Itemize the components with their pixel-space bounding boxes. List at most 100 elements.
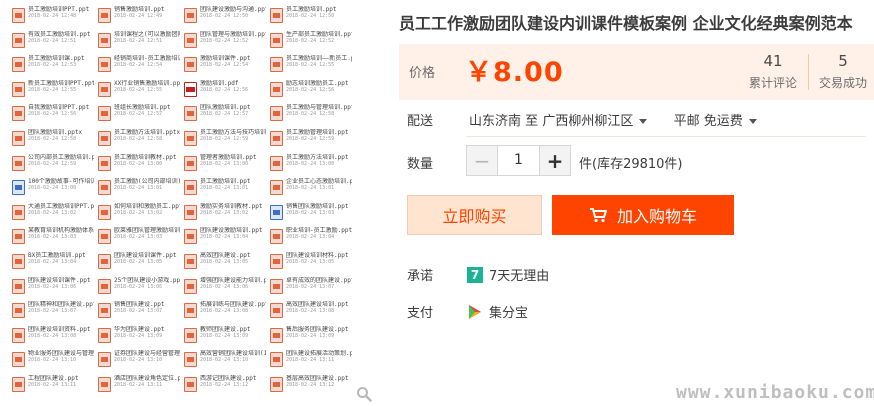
- product-image[interactable]: 员工激励培训PPT.ppt 2018-02-24 12:48 销售激励培训.ppt 2…: [0, 0, 388, 406]
- file-date: 2018-02-24 12:55: [28, 86, 77, 93]
- reviews-stat[interactable]: 41 累计评论: [738, 52, 808, 91]
- file-item: 员工激励方法与技巧培训.ppt2018-02-24 12:59: [184, 129, 266, 154]
- file-date: 2018-02-24 13:08: [200, 308, 249, 315]
- file-date: 2018-02-24 13:10: [114, 357, 163, 364]
- file-date: 2018-02-24 12:53: [28, 62, 77, 69]
- file-meta: 激励实务培训教材.ppt 2018-02-24 13:02: [200, 203, 262, 216]
- payment-label: 支付: [407, 306, 434, 321]
- file-item: 工程团队建设.ppt 2018-02-24 13:11: [12, 375, 94, 400]
- powerpoint-file-icon: [98, 352, 111, 368]
- file-meta: 大通员工激励培训PPT.ppt 2018-02-24 13:02: [28, 203, 94, 216]
- file-name: 公司内部员工激励培训.ppt: [28, 153, 94, 161]
- powerpoint-file-icon: [184, 8, 197, 23]
- file-item: 西游记团队建设.ppt 2018-02-24 13:12: [184, 375, 266, 400]
- file-name: 高效团队建设.ppt: [200, 251, 251, 259]
- file-date: 2018-02-24 13:01: [114, 185, 163, 192]
- powerpoint-file-icon: [184, 229, 197, 245]
- file-item: 管理者激励培训.ppt 2018-02-24 13:00: [184, 154, 266, 179]
- powerpoint-file-icon: [98, 32, 111, 48]
- file-name: 团队建设激励培训.ppt: [200, 227, 263, 235]
- file-meta: 西游记团队建设.ppt 2018-02-24 13:12: [200, 375, 256, 388]
- file-date: 2018-02-24 13:06: [28, 283, 77, 290]
- buy-now-button[interactable]: 立即购买: [407, 195, 542, 235]
- file-meta: 职业培训-员工激励.pptx 2018-02-24 13:04: [286, 227, 352, 240]
- file-name: 生产部员工激励培训.ppt: [286, 30, 352, 38]
- powerpoint-file-icon: [184, 278, 197, 294]
- file-name: 励志培训激励员工.ppt: [286, 79, 349, 87]
- powerpoint-file-icon: [270, 253, 283, 269]
- zoom-icon[interactable]: [356, 386, 372, 402]
- file-meta: 工程团队建设.ppt 2018-02-24 13:11: [28, 375, 78, 388]
- file-name: 如何培训和激励员工.ppt: [114, 202, 180, 210]
- powerpoint-file-icon: [98, 106, 111, 122]
- file-item: 激励培训.pdf 2018-02-24 12:56: [184, 80, 266, 105]
- file-name: 证券团队建设与经营管理.ppt: [114, 350, 180, 358]
- add-to-cart-button[interactable]: 加入购物车: [552, 195, 734, 235]
- file-name: 团队建设拓展活动策划.ppt: [286, 350, 352, 358]
- file-meta: 基层高效团队建设.ppt 2018-02-24 13:12: [286, 375, 348, 388]
- file-date: 2018-02-24 13:01: [200, 185, 249, 192]
- powerpoint-file-icon: [184, 204, 197, 220]
- file-date: 2018-02-24 13:00: [286, 160, 335, 167]
- file-item: 基层高效团队建设.ppt 2018-02-24 13:12: [270, 375, 352, 400]
- shipping-method-select[interactable]: 平邮 免运费: [674, 114, 757, 129]
- file-meta: 企业员工心态激励培训.ppt2018-02-24 13:01: [286, 178, 352, 191]
- file-meta: 销售激励培训.ppt 2018-02-24 12:49: [114, 6, 164, 19]
- file-meta: 团队建设培训材料.ppt 2018-02-24 13:05: [286, 252, 348, 265]
- file-name: 员工激励培训——新员工.ppt: [286, 55, 352, 63]
- file-item: XX行业销售激励培训.ppt 2018-02-24 12:55: [98, 80, 180, 105]
- delivery-to-word: 至: [525, 114, 539, 129]
- file-item: 励志培训激励员工.ppt 2018-02-24 12:56: [270, 80, 352, 105]
- file-date: 2018-02-24 13:10: [200, 357, 249, 364]
- file-item: 销售团队建设.ppt 2018-02-24 13:07: [98, 301, 180, 326]
- file-item: 25个团队建设小游戏.ppt 2018-02-24 13:06: [98, 277, 180, 302]
- file-item: 员工激励培训——新员工.ppt2018-02-24 12:55: [270, 55, 352, 80]
- file-date: 2018-02-24 13:09: [200, 332, 249, 339]
- powerpoint-file-icon: [270, 376, 283, 392]
- file-item: 大通员工激励培训PPT.ppt 2018-02-24 13:02: [12, 203, 94, 228]
- file-name: 员工激励培训.ppt: [200, 178, 251, 186]
- powerpoint-file-icon: [98, 327, 111, 343]
- file-date: 2018-02-24 13:09: [286, 332, 335, 339]
- file-item: 华为团队建设.ppt 2018-02-24 13:09: [98, 326, 180, 351]
- quantity-input[interactable]: 1: [497, 146, 540, 175]
- quantity-decrease-button[interactable]: −: [467, 146, 497, 175]
- file-date: 2018-02-24 13:06: [200, 283, 249, 290]
- file-meta: 高效团队建设培训.ppt 2018-02-24 13:08: [286, 301, 348, 314]
- file-name: 培训课程之(可以激励团队最棒)ppt: [114, 30, 180, 38]
- quantity-increase-button[interactable]: +: [540, 146, 570, 175]
- file-date: 2018-02-24 13:05: [286, 258, 335, 265]
- file-item: 自我激励培训PPT.ppt 2018-02-24 12:56: [12, 104, 94, 129]
- file-name: 员工激励与管理培训.ppt: [286, 104, 352, 112]
- file-name: 欧莱雅团队管理激励培训方案.ppt: [114, 227, 180, 235]
- powerpoint-file-icon: [270, 327, 283, 343]
- file-meta: 销售团队建设.ppt 2018-02-24 13:07: [114, 301, 164, 314]
- file-name: 有效员工激励培训.ppt: [28, 30, 91, 38]
- powerpoint-file-icon: [184, 352, 197, 368]
- file-name: 基层高效团队建设.ppt: [286, 374, 349, 382]
- file-meta: 员工激励管理培训.ppt 2018-02-24 12:59: [286, 129, 348, 142]
- file-meta: 员工激励方法培训.ppt 2018-02-24 13:00: [286, 154, 348, 167]
- file-item: 增强团队建设能力培训.ppt2018-02-24 13:06: [184, 277, 266, 302]
- file-name: 销售团队建设.ppt: [114, 301, 165, 309]
- powerpoint-file-icon: [98, 376, 111, 392]
- file-date: 2018-02-24 13:07: [286, 283, 335, 290]
- chevron-down-icon: [748, 119, 757, 124]
- file-name: 高效团队建设培训.ppt: [286, 301, 349, 309]
- file-item: 生产部员工激励培训.ppt 2018-02-24 12:52: [270, 31, 352, 56]
- file-name: 激励培训课件.ppt: [200, 55, 251, 63]
- powerpoint-file-icon: [98, 253, 111, 269]
- file-item: 团队建设拓展活动策划.ppt2018-02-24 13:11: [270, 350, 352, 375]
- promise-text[interactable]: 7天无理由: [489, 265, 549, 284]
- word-file-icon: [12, 180, 25, 196]
- delivery-destination-select[interactable]: 广西柳州柳江区: [542, 114, 648, 129]
- watermark: www.xunibaoku.com: [676, 382, 874, 403]
- file-meta: 员工激励培训PPT.ppt 2018-02-24 12:48: [28, 6, 89, 19]
- file-date: 2018-02-24 13:10: [28, 357, 77, 364]
- pdf-file-icon: [184, 81, 197, 97]
- file-date: 2018-02-24 13:11: [286, 357, 335, 364]
- file-date: 2018-02-24 12:55: [114, 86, 163, 93]
- file-date: 2018-02-24 12:58: [28, 135, 77, 142]
- file-name: 团队建设培训材料.ppt: [286, 251, 349, 259]
- powerpoint-file-icon: [12, 204, 25, 220]
